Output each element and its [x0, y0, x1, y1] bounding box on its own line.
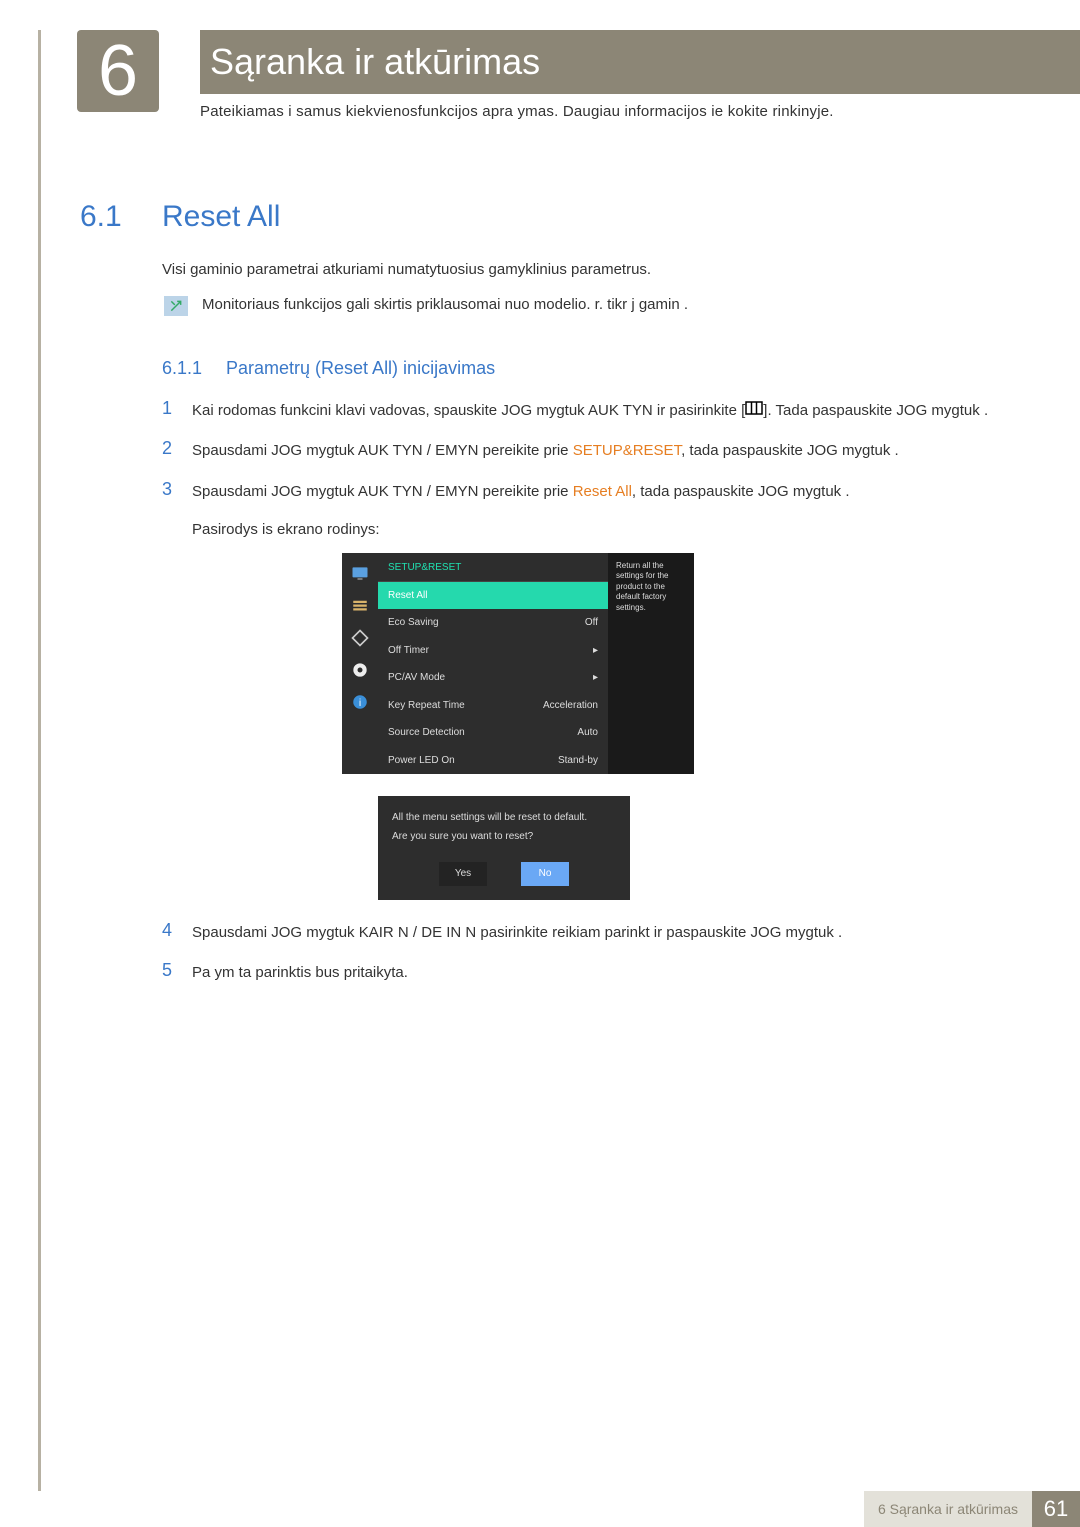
- step-3: 3 Spausdami JOG mygtuk AUK TYN / EMYN pe…: [162, 479, 1000, 920]
- subsection-title: Parametrų (Reset All) inicijavimas: [226, 358, 495, 379]
- steps-list-continued: 4 Spausdami JOG mygtuk KAIR N / DE IN N …: [162, 920, 1000, 1001]
- step-2: 2 Spausdami JOG mygtuk AUK TYN / EMYN pe…: [162, 438, 1000, 464]
- osd-row-label: Source Detection: [388, 724, 465, 742]
- step-text-part: Pasirodys is ekrano rodinys:: [192, 517, 850, 543]
- osd-row-value: Auto: [577, 724, 598, 742]
- osd-row-value: Off: [585, 614, 598, 632]
- chapter-subtitle: Pateikiamas i samus kiekvienosfunkcijos …: [200, 100, 834, 124]
- osd-row-label: Key Repeat Time: [388, 697, 465, 715]
- osd-row-reset-all: Reset All: [378, 582, 608, 610]
- step-number: 4: [162, 920, 192, 946]
- footer-page-number: 61: [1032, 1491, 1080, 1527]
- osd-row-eco-saving: Eco Saving Off: [378, 609, 608, 637]
- info-note: Monitoriaus funkcijos gali skirtis prikl…: [164, 296, 688, 316]
- monitor-icon: [349, 563, 371, 585]
- osd-menu: i SETUP&RESET Reset All Eco Saving Off Of…: [342, 553, 850, 774]
- osd-dialog-line: All the menu settings will be reset to d…: [392, 810, 616, 825]
- osd-confirm-dialog: All the menu settings will be reset to d…: [378, 796, 630, 900]
- osd-row-label: Off Timer: [388, 642, 429, 660]
- step-text: Spausdami JOG mygtuk AUK TYN / EMYN pere…: [192, 438, 899, 464]
- osd-row-value: ▸: [593, 642, 598, 660]
- footer-chapter-label: 6 Sąranka ir atkūrimas: [864, 1491, 1032, 1527]
- step-number: 1: [162, 398, 192, 424]
- osd-row-value: Acceleration: [543, 697, 598, 715]
- osd-description-panel: Return all the settings for the product …: [608, 553, 694, 774]
- step-text-part: Spausdami JOG mygtuk AUK TYN / EMYN pere…: [192, 442, 573, 459]
- osd-row-label: PC/AV Mode: [388, 669, 445, 687]
- osd-main-panel: SETUP&RESET Reset All Eco Saving Off Off …: [378, 553, 608, 774]
- gear-icon: [349, 659, 371, 681]
- osd-row-value: Stand-by: [558, 752, 598, 770]
- info-icon: [164, 296, 188, 316]
- step-number: 3: [162, 479, 192, 920]
- step-1: 1 Kai rodomas funkcini klavi vadovas, sp…: [162, 398, 1000, 424]
- osd-row-label: Reset All: [388, 587, 427, 605]
- step-text: Pa ym ta parinktis bus pritaikyta.: [192, 960, 408, 986]
- page-footer: 6 Sąranka ir atkūrimas 61: [0, 1491, 1080, 1527]
- picture-icon: [349, 595, 371, 617]
- osd-row-label: Power LED On: [388, 752, 455, 770]
- osd-row-source-detection: Source Detection Auto: [378, 719, 608, 747]
- step-text-part: Spausdami JOG mygtuk AUK TYN / EMYN pere…: [192, 483, 573, 500]
- subsection-number: 6.1.1: [162, 358, 202, 379]
- step-text-part: , tada paspauskite JOG mygtuk .: [632, 483, 850, 500]
- info-note-text: Monitoriaus funkcijos gali skirtis prikl…: [202, 296, 688, 313]
- resize-icon: [349, 627, 371, 649]
- yes-button[interactable]: Yes: [439, 862, 487, 886]
- chapter-number-badge: 6: [77, 30, 159, 112]
- step-text: Spausdami JOG mygtuk AUK TYN / EMYN pere…: [192, 479, 850, 920]
- osd-row-pc-av: PC/AV Mode ▸: [378, 664, 608, 692]
- osd-dialog-text: All the menu settings will be reset to d…: [392, 810, 616, 844]
- section-intro-text: Visi gaminio parametrai atkuriami numaty…: [162, 258, 651, 282]
- step-text-part: Kai rodomas funkcini klavi vadovas, spau…: [192, 402, 745, 419]
- osd-dialog-line: Are you sure you want to reset?: [392, 829, 616, 844]
- step-5: 5 Pa ym ta parinktis bus pritaikyta.: [162, 960, 1000, 986]
- step-number: 5: [162, 960, 192, 986]
- osd-sidebar: i: [342, 553, 378, 774]
- osd-header: SETUP&RESET: [378, 553, 608, 582]
- osd-dialog-buttons: Yes No: [392, 862, 616, 886]
- step-number: 2: [162, 438, 192, 464]
- step-text-part: ]. Tada paspauskite JOG mygtuk .: [763, 402, 988, 419]
- menu-icon: [745, 398, 763, 424]
- osd-row-label: Eco Saving: [388, 614, 439, 632]
- highlight-setup-reset: SETUP&RESET: [573, 442, 681, 459]
- svg-text:i: i: [359, 697, 361, 709]
- step-text: Spausdami JOG mygtuk KAIR N / DE IN N pa…: [192, 920, 842, 946]
- step-text-part: , tada paspauskite JOG mygtuk .: [681, 442, 899, 459]
- osd-row-key-repeat: Key Repeat Time Acceleration: [378, 692, 608, 720]
- left-margin-stripe: [38, 30, 41, 1491]
- section-number: 6.1: [80, 200, 122, 234]
- step-4: 4 Spausdami JOG mygtuk KAIR N / DE IN N …: [162, 920, 1000, 946]
- osd-row-value: ▸: [593, 669, 598, 687]
- no-button[interactable]: No: [521, 862, 569, 886]
- highlight-reset-all: Reset All: [573, 483, 632, 500]
- osd-screenshot: i SETUP&RESET Reset All Eco Saving Off Of…: [342, 553, 850, 900]
- osd-row-off-timer: Off Timer ▸: [378, 637, 608, 665]
- steps-list: 1 Kai rodomas funkcini klavi vadovas, sp…: [162, 398, 1000, 934]
- info-circle-icon: i: [349, 691, 371, 713]
- chapter-title-bar: Sąranka ir atkūrimas: [200, 30, 1080, 94]
- section-title: Reset All: [162, 200, 280, 234]
- step-text: Kai rodomas funkcini klavi vadovas, spau…: [192, 398, 988, 424]
- osd-row-power-led: Power LED On Stand-by: [378, 747, 608, 775]
